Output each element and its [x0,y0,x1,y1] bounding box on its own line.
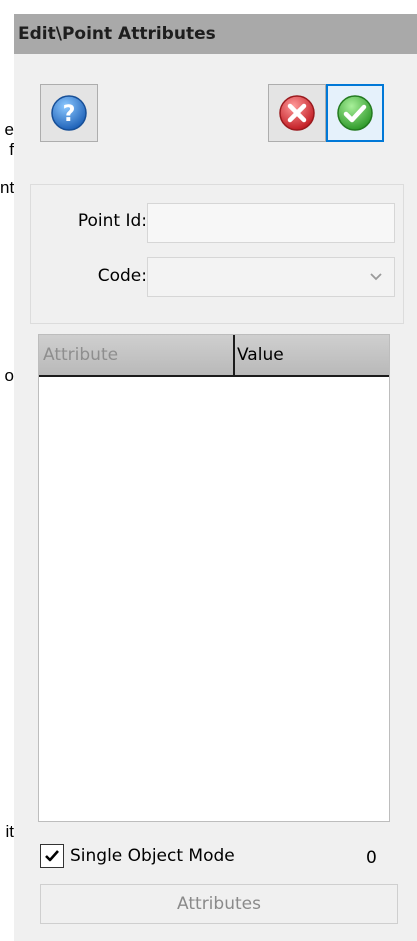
single-object-mode-checkbox[interactable] [40,844,64,868]
attributes-button[interactable]: Attributes [40,884,398,924]
help-icon: ? [51,95,87,131]
code-label: Code: [97,266,147,286]
column-header-value[interactable]: Value [237,335,387,375]
background-text-fragment: it [5,822,15,841]
cancel-icon [279,95,315,131]
panel-title[interactable]: Edit\Point Attributes [14,14,417,54]
edit-point-attributes-panel: Edit\Point Attributes ? Point Id: Code: … [14,14,417,941]
ok-button[interactable] [326,84,384,142]
chevron-down-icon[interactable] [358,258,394,296]
object-count: 0 [366,848,377,868]
grid-header: Attribute Value [39,335,389,377]
background-text-fragment: f [9,140,14,159]
help-button[interactable]: ? [40,84,98,142]
svg-text:?: ? [63,102,76,127]
attribute-grid[interactable]: Attribute Value [38,334,390,822]
checkmark-icon [45,850,59,862]
background-text-fragment: o [4,366,14,385]
point-id-input[interactable] [147,203,395,243]
column-divider[interactable] [233,335,235,375]
cancel-button[interactable] [268,84,326,142]
point-id-label: Point Id: [77,211,147,231]
single-object-mode-label[interactable]: Single Object Mode [70,844,235,868]
background-text-fragment: nt [0,178,15,197]
background-text-fragment: e [4,120,14,139]
code-combobox[interactable] [147,257,395,297]
column-header-attribute[interactable]: Attribute [43,335,231,375]
ok-icon [337,95,373,131]
point-info-group: Point Id: Code: [30,184,404,324]
